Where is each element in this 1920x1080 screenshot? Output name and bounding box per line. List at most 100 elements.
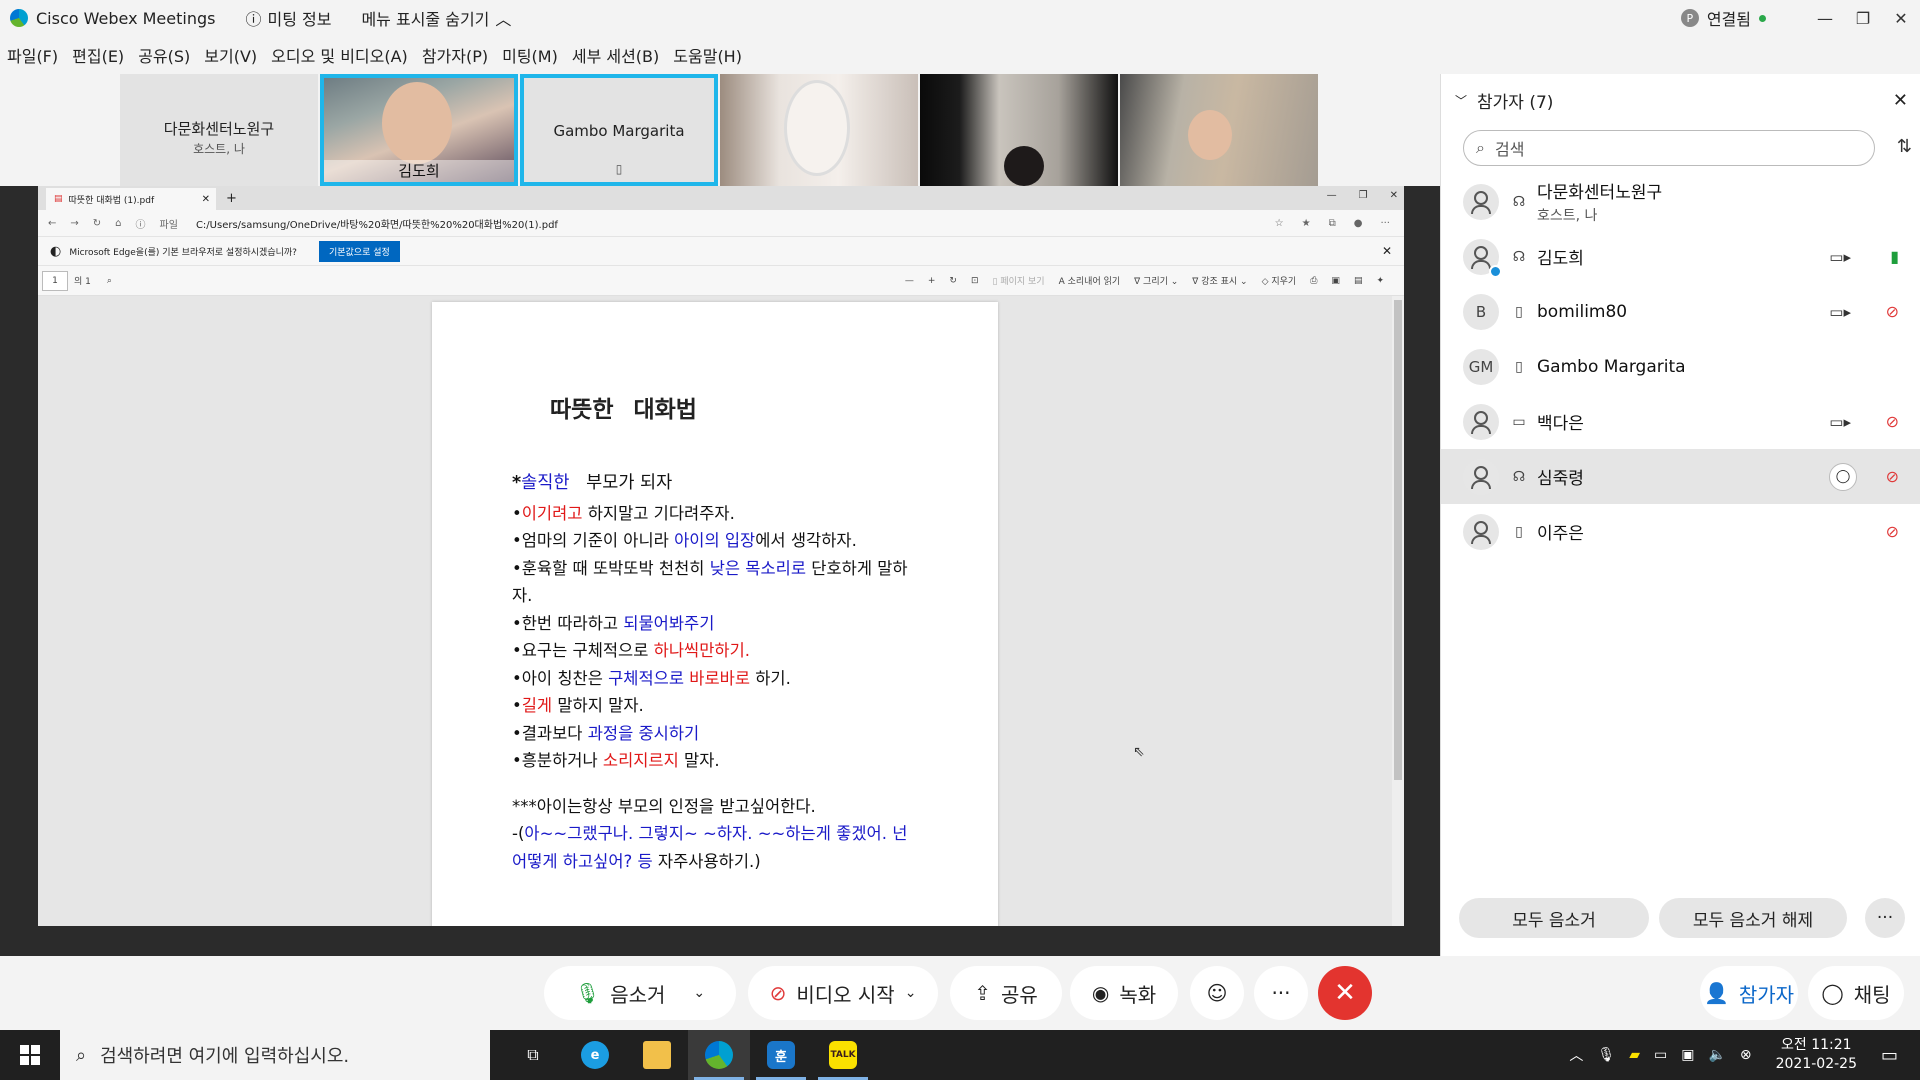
profile-icon[interactable]: ● — [1354, 218, 1363, 229]
mic-muted-icon[interactable]: ⊘ — [1886, 302, 1899, 321]
pin-icon[interactable]: ✦ — [1376, 276, 1384, 286]
participant-row[interactable]: ☊ 김도희 ▭▸ ▮ — [1441, 229, 1920, 284]
home-icon[interactable]: ⌂ — [115, 218, 121, 229]
mute-all-button[interactable]: 모두 음소거 — [1459, 898, 1649, 938]
video-tile-5[interactable] — [920, 74, 1118, 186]
print-icon[interactable]: ⎙ — [1310, 276, 1317, 286]
participant-row[interactable]: GM ▯ Gambo Margarita — [1441, 339, 1920, 394]
favorite-add-icon[interactable]: ☆ — [1275, 218, 1284, 229]
taskbar-search-input[interactable]: ⌕ 검색하려면 여기에 입력하십시오. — [60, 1030, 490, 1080]
unmute-all-button[interactable]: 모두 음소거 해제 — [1659, 898, 1847, 938]
clock[interactable]: 오전 11:21 2021-02-25 — [1776, 1036, 1857, 1074]
browser-minimize-icon[interactable]: — — [1327, 190, 1337, 201]
forward-icon[interactable]: → — [70, 218, 78, 229]
chevron-down-icon[interactable]: ⌄ — [905, 985, 917, 1001]
end-meeting-button[interactable]: ✕ — [1318, 966, 1372, 1020]
video-tile-gambo[interactable]: Gambo Margarita ▯ — [520, 74, 718, 186]
webex-taskbar-icon[interactable] — [688, 1030, 750, 1080]
participant-row[interactable]: ☊ 심죽령 ◯ ⊘ — [1441, 449, 1920, 504]
mic-on-icon[interactable]: ▮ — [1890, 247, 1899, 266]
menu-view[interactable]: 보기(V) — [204, 43, 257, 67]
erase-button[interactable]: ◇ 지우기 — [1262, 274, 1297, 287]
notifications-icon[interactable]: ▭ — [1881, 1045, 1898, 1066]
record-button[interactable]: ◉ 녹화 — [1070, 966, 1178, 1020]
start-button[interactable] — [0, 1030, 60, 1080]
zoom-in-icon[interactable]: + — [928, 276, 936, 286]
refresh-icon[interactable]: ↻ — [93, 218, 101, 229]
menu-audio-video[interactable]: 오디오 및 비디오(A) — [271, 43, 408, 67]
browser-menu-icon[interactable]: ··· — [1380, 218, 1390, 229]
new-tab-icon[interactable]: + — [226, 191, 237, 206]
connection-status[interactable]: P 연결됨 — [1680, 6, 1766, 30]
fit-page-icon[interactable]: ⊡ — [971, 276, 979, 286]
pdf-scrollbar[interactable] — [1392, 296, 1404, 926]
menu-breakout[interactable]: 세부 세션(B) — [572, 43, 659, 67]
mic-muted-icon[interactable]: ⊘ — [1886, 522, 1899, 541]
edge-browser-icon[interactable]: e — [564, 1030, 626, 1080]
page-number-input[interactable]: 1 — [42, 270, 68, 291]
task-view-icon[interactable]: ⧉ — [502, 1030, 564, 1080]
kakaotalk-tray-icon[interactable]: ▰ — [1629, 1047, 1640, 1063]
restore-button[interactable]: ❐ — [1844, 9, 1882, 28]
camera-icon[interactable]: ▭▸ — [1829, 303, 1851, 321]
highlight-button[interactable]: ∇ 강조 표시 ⌄ — [1192, 274, 1247, 287]
save-as-icon[interactable]: ▤ — [1354, 276, 1363, 286]
microphone-icon[interactable]: 🎙 — [1597, 1047, 1615, 1063]
menu-help[interactable]: 도움말(H) — [673, 43, 742, 67]
file-explorer-icon[interactable] — [626, 1030, 688, 1080]
network-icon[interactable]: ▣ — [1681, 1047, 1694, 1063]
draw-button[interactable]: ∇ 그리기 ⌄ — [1134, 274, 1178, 287]
participant-row[interactable]: B ▯ bomilim80 ▭▸ ⊘ — [1441, 284, 1920, 339]
menu-file[interactable]: 파일(F) — [7, 43, 58, 67]
read-aloud-button[interactable]: A 소리내어 읽기 — [1059, 274, 1121, 287]
menu-participants[interactable]: 참가자(P) — [422, 43, 488, 67]
tab-close-icon[interactable]: ✕ — [202, 194, 210, 205]
chevron-down-icon[interactable]: ⌄ — [693, 985, 705, 1001]
minimize-button[interactable]: — — [1806, 9, 1844, 28]
battery-icon[interactable]: ▭ — [1654, 1047, 1667, 1063]
close-window-button[interactable]: ✕ — [1882, 9, 1920, 28]
rotate-icon[interactable]: ↻ — [949, 276, 957, 286]
menu-share[interactable]: 공유(S) — [138, 43, 190, 67]
favorites-icon[interactable]: ★ — [1302, 218, 1311, 229]
chevron-down-icon[interactable]: ﹀ — [1455, 92, 1467, 109]
start-video-button[interactable]: ⊘ 비디오 시작 ⌄ — [748, 966, 938, 1020]
video-tile-host[interactable]: 다문화센터노원구 호스트, 나 — [120, 74, 318, 186]
scrollbar-thumb[interactable] — [1394, 300, 1402, 780]
mic-muted-icon[interactable]: ⊘ — [1886, 467, 1899, 486]
browser-tab[interactable]: ▤ 따뜻한 대화법 (1).pdf ✕ — [46, 188, 216, 210]
camera-icon[interactable]: ▭▸ — [1829, 413, 1851, 431]
collections-icon[interactable]: ⧉ — [1329, 218, 1336, 229]
participant-row[interactable]: ☊ 다문화센터노원구 호스트, 나 — [1441, 174, 1920, 229]
pdf-search-icon[interactable]: ⌕ — [107, 276, 112, 286]
save-icon[interactable]: ▣ — [1331, 276, 1340, 286]
video-tile-kimdohee[interactable]: 김도희 — [320, 74, 518, 186]
chat-bubble-icon[interactable]: ◯ — [1829, 462, 1857, 491]
infobar-close-icon[interactable]: ✕ — [1382, 244, 1392, 258]
hangul-taskbar-icon[interactable]: 훈 — [750, 1030, 812, 1080]
browser-close-icon[interactable]: ✕ — [1390, 190, 1398, 201]
hide-menu-button[interactable]: 메뉴 표시줄 숨기기 ︿ — [361, 6, 511, 30]
share-button[interactable]: ⇪ 공유 — [950, 966, 1062, 1020]
video-tile-4[interactable] — [720, 74, 918, 186]
menu-edit[interactable]: 편집(E) — [72, 43, 124, 67]
meeting-info-button[interactable]: ⓘ 미팅 정보 — [245, 6, 331, 30]
participants-button[interactable]: 👤 참가자 — [1700, 966, 1798, 1020]
video-tile-6[interactable] — [1120, 74, 1318, 186]
zoom-out-icon[interactable]: — — [905, 276, 914, 286]
back-icon[interactable]: ← — [48, 218, 56, 229]
participant-row[interactable]: ▯ 이주은 ⊘ — [1441, 504, 1920, 559]
url-field[interactable]: C:/Users/samsung/OneDrive/바탕%20화면/따뜻한%20… — [196, 216, 558, 231]
panel-close-icon[interactable]: ✕ — [1893, 90, 1908, 111]
kakaotalk-taskbar-icon[interactable]: TALK — [812, 1030, 874, 1080]
panel-more-button[interactable]: ··· — [1865, 898, 1905, 938]
more-options-button[interactable]: ··· — [1254, 966, 1308, 1020]
sort-icon[interactable]: ⇅ — [1897, 136, 1912, 157]
pdf-viewport[interactable]: 따뜻한 대화법 *솔직한 부모가 되자 •이기려고 하지말고 기다려주자. •엄… — [38, 296, 1392, 926]
chevron-up-icon[interactable]: ︿ — [1569, 1045, 1583, 1065]
participant-search-input[interactable]: ⌕ 검색 — [1463, 130, 1875, 166]
reactions-button[interactable]: ☺ — [1190, 966, 1244, 1020]
site-info-icon[interactable]: ⓘ — [136, 216, 146, 231]
participant-row[interactable]: ▭ 백다은 ▭▸ ⊘ — [1441, 394, 1920, 449]
mute-tray-icon[interactable]: ⊗ — [1740, 1047, 1752, 1063]
